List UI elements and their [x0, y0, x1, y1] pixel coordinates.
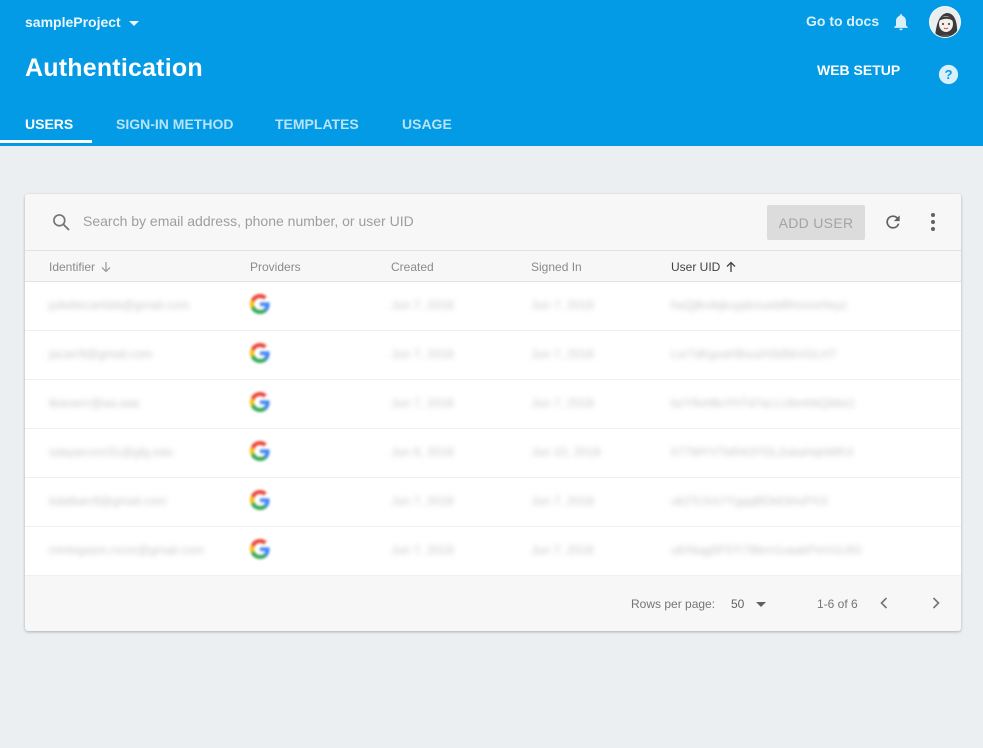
cell-identifier: mintvgasm.rvcnr@gmail.com: [49, 543, 204, 557]
chevron-left-icon[interactable]: [877, 595, 891, 611]
cell-user-uid: Lxr7dKgvaH8vuzH3d5kVGLH7: [671, 347, 837, 361]
cell-created: Jun 7, 2018: [391, 298, 454, 312]
cell-identifier: sdayarcom31@gfg.edu: [49, 445, 174, 459]
user-rows: juliettecarlsbb@gmail.com Jun 7, 2018 Jun …: [25, 282, 961, 576]
google-icon: [250, 539, 270, 559]
table-row[interactable]: jacarr9@gmail.com Jun 7, 2018 Jun 7, 2018 L…: [25, 331, 961, 380]
cell-user-uid: u6Xkqg5F5Tr7Bkrn1uaakPmVzL6G: [671, 543, 862, 557]
rows-per-page-label: Rows per page:: [631, 597, 716, 611]
cell-identifier: jacarr9@gmail.com: [49, 347, 153, 361]
cell-signed-in: Jun 7, 2018: [531, 347, 594, 361]
google-icon: [250, 294, 270, 314]
google-icon: [250, 343, 270, 363]
pagination-range: 1-6 of 6: [817, 597, 858, 611]
cell-user-uid: bzY9vhBoYhTd7aLLUbmhbQbbs1: [671, 396, 856, 410]
chevron-down-icon[interactable]: [756, 602, 766, 607]
column-header-signed-in[interactable]: Signed In: [531, 260, 582, 274]
cell-user-uid: h7TMYVTbRA3YDL2ukaHqhWKX: [671, 445, 854, 459]
cell-signed-in: Jun 7, 2018: [531, 494, 594, 508]
google-icon: [250, 490, 270, 510]
avatar[interactable]: [929, 6, 961, 38]
chevron-down-icon: [128, 20, 139, 26]
go-to-docs-link[interactable]: Go to docs: [806, 13, 879, 29]
column-label: Created: [391, 260, 434, 274]
active-tab-indicator: [0, 140, 92, 143]
table-row[interactable]: sdayarcom31@gfg.edu Jun 6, 2018 Jun 10, 20…: [25, 429, 961, 478]
help-icon[interactable]: ?: [938, 64, 959, 85]
table-row[interactable]: tkanarrr@aa.aaa Jun 7, 2018 Jun 7, 2018 bzY…: [25, 380, 961, 429]
table-row[interactable]: kdatbarr9@gmail.com Jun 7, 2018 Jun 7, 201…: [25, 478, 961, 527]
cell-signed-in: Jun 7, 2018: [531, 543, 594, 557]
column-header-user-uid[interactable]: User UID: [671, 260, 737, 274]
cell-identifier: tkanarrr@aa.aaa: [49, 396, 140, 410]
svg-text:?: ?: [944, 67, 952, 82]
table-header: Identifier Providers Created Signed In U…: [25, 250, 961, 282]
cell-signed-in: Jun 7, 2018: [531, 396, 594, 410]
column-label: Signed In: [531, 260, 582, 274]
column-label: Identifier: [49, 260, 96, 274]
cell-identifier: kdatbarr9@gmail.com: [49, 494, 167, 508]
table-footer: Rows per page: 50 1-6 of 6: [25, 575, 961, 631]
column-header-identifier[interactable]: Identifier: [49, 260, 112, 274]
google-icon: [250, 441, 270, 461]
web-setup-button[interactable]: WEB SETUP: [817, 62, 900, 78]
column-label: User UID: [671, 260, 721, 274]
more-vert-icon[interactable]: [926, 212, 940, 232]
arrow-down-icon: [101, 262, 111, 273]
add-user-button[interactable]: ADD USER: [767, 205, 865, 240]
users-card: ADD USER Identifier Providers Created Si…: [25, 194, 961, 631]
tab-usage[interactable]: USAGE: [402, 104, 452, 146]
search-icon: [53, 214, 70, 231]
chevron-right-icon[interactable]: [929, 595, 943, 611]
cell-signed-in: Jun 10, 2018: [531, 445, 601, 459]
tab-sign-in-method[interactable]: SIGN-IN METHOD: [116, 104, 233, 146]
tab-bar: USERS SIGN-IN METHOD TEMPLATES USAGE: [0, 104, 983, 146]
tab-templates[interactable]: TEMPLATES: [275, 104, 359, 146]
cell-signed-in: Jun 7, 2018: [531, 298, 594, 312]
project-name: sampleProject: [25, 14, 121, 30]
column-header-providers: Providers: [250, 260, 301, 274]
google-icon: [250, 392, 270, 412]
column-header-created[interactable]: Created: [391, 260, 434, 274]
cell-user-uid: uk2TcXm7YgqqBDkEkhsPXX: [671, 494, 829, 508]
users-toolbar: ADD USER: [25, 194, 961, 250]
refresh-icon[interactable]: [883, 212, 903, 232]
column-label: Providers: [250, 260, 301, 274]
cell-created: Jun 6, 2018: [391, 445, 454, 459]
project-selector[interactable]: sampleProject: [25, 13, 139, 31]
cell-user-uid: haQjlkvikjkuyjdrzuebl8hrsnoHeyz: [671, 298, 848, 312]
page-title: Authentication: [25, 54, 203, 82]
search-input[interactable]: [83, 208, 683, 234]
cell-created: Jun 7, 2018: [391, 494, 454, 508]
app-header: sampleProject Go to docs Authentication …: [0, 0, 983, 146]
arrow-up-icon: [726, 261, 736, 272]
bell-icon[interactable]: [891, 11, 911, 33]
avatar-image: [930, 7, 960, 37]
cell-created: Jun 7, 2018: [391, 396, 454, 410]
table-row[interactable]: juliettecarlsbb@gmail.com Jun 7, 2018 Jun …: [25, 282, 961, 331]
cell-identifier: juliettecarlsbb@gmail.com: [49, 298, 190, 312]
cell-created: Jun 7, 2018: [391, 543, 454, 557]
rows-per-page-select[interactable]: 50: [731, 597, 744, 611]
cell-created: Jun 7, 2018: [391, 347, 454, 361]
table-row[interactable]: mintvgasm.rvcnr@gmail.com Jun 7, 2018 Jun …: [25, 527, 961, 576]
